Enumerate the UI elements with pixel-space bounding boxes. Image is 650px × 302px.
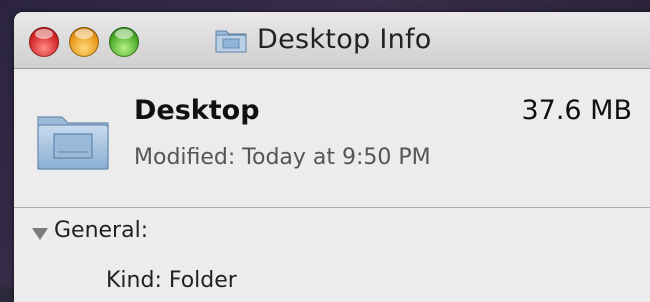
item-name: Desktop: [134, 95, 260, 126]
minimize-button[interactable]: [69, 27, 99, 57]
general-section-title[interactable]: General:: [54, 218, 148, 243]
folder-icon: [37, 116, 109, 170]
item-modified-date: Modified: Today at 9:50 PM: [134, 145, 431, 170]
zoom-button[interactable]: [109, 27, 139, 57]
close-button[interactable]: [29, 27, 59, 57]
disclosure-triangle-icon[interactable]: [32, 228, 48, 240]
kind-value: Kind: Folder: [106, 268, 237, 293]
folder-icon: [215, 30, 247, 53]
item-size: 37.6 MB: [521, 95, 632, 126]
info-window: Desktop Info Desktop 37.6 MB Modified: T…: [14, 12, 650, 302]
info-header: Desktop 37.6 MB Modified: Today at 9:50 …: [14, 69, 650, 208]
general-section: General: Kind: Folder: [14, 208, 650, 302]
window-titlebar[interactable]: Desktop Info: [14, 12, 650, 69]
window-title: Desktop Info: [257, 24, 432, 55]
